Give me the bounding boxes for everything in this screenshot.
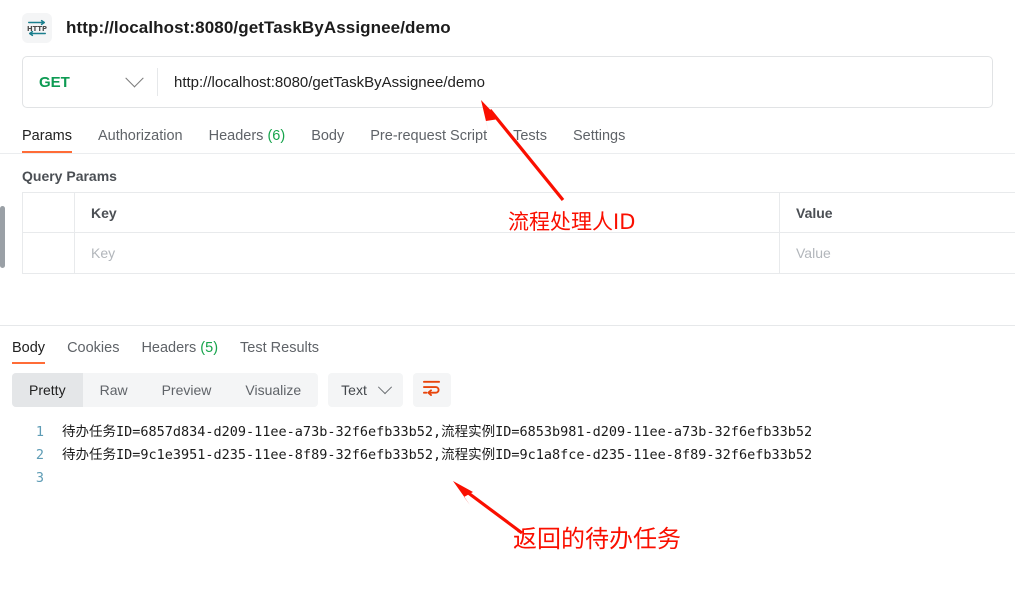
line-number: 1 bbox=[35, 424, 44, 440]
annotation-url-path-param: 流程处理人ID bbox=[508, 210, 636, 234]
url-input[interactable]: http://localhost:8080/getTaskByAssignee/… bbox=[158, 57, 992, 107]
view-mode-preview[interactable]: Preview bbox=[145, 373, 229, 407]
column-header-value: Value bbox=[796, 204, 833, 221]
response-format-select[interactable]: Text bbox=[328, 373, 403, 407]
response-toolbar: Pretty Raw Preview Visualize Text bbox=[0, 364, 1015, 407]
code-line: 1 待办任务ID=6857d834-d209-11ee-a73b-32f6efb… bbox=[0, 421, 1015, 444]
tab-headers[interactable]: Headers (6) bbox=[209, 128, 286, 153]
page-title: http://localhost:8080/getTaskByAssignee/… bbox=[66, 18, 451, 37]
param-key-input[interactable]: Key bbox=[75, 233, 780, 273]
column-header-key: Key bbox=[75, 193, 780, 232]
tab-authorization-label: Authorization bbox=[97, 128, 183, 144]
line-content: 待办任务ID=9c1e3951-d235-11ee-8f89-32f6efb33… bbox=[62, 447, 813, 463]
tab-headers-label: Headers bbox=[208, 128, 264, 144]
http-method-selector[interactable]: GET bbox=[23, 57, 157, 107]
response-tab-headers-count: (5) bbox=[200, 340, 219, 356]
word-wrap-button[interactable] bbox=[412, 373, 451, 407]
table-row: Key Value bbox=[23, 233, 1015, 273]
tab-params-label: Params bbox=[22, 128, 72, 144]
http-method-label: GET bbox=[39, 73, 70, 91]
vertical-scrollbar[interactable] bbox=[0, 206, 5, 268]
param-value-input[interactable]: Value bbox=[780, 233, 1015, 273]
response-tab-test-results-label: Test Results bbox=[240, 340, 320, 356]
response-tab-headers-label: Headers bbox=[141, 340, 197, 356]
window-title-bar: HTTP http://localhost:8080/getTaskByAssi… bbox=[0, 0, 1015, 56]
response-tab-body[interactable]: Body bbox=[12, 340, 46, 364]
view-mode-raw-label: Raw bbox=[99, 382, 128, 398]
view-mode-preview-label: Preview bbox=[161, 382, 212, 398]
line-number: 3 bbox=[35, 470, 44, 486]
tab-tests-label: Tests bbox=[513, 128, 547, 144]
response-tab-bar: Body Cookies Headers (5) Test Results bbox=[0, 326, 1015, 364]
tab-settings-label: Settings bbox=[572, 128, 626, 144]
response-pane: Body Cookies Headers (5) Test Results Pr… bbox=[0, 326, 1015, 597]
chevron-down-icon bbox=[377, 380, 392, 395]
view-mode-visualize[interactable]: Visualize bbox=[228, 373, 318, 407]
view-mode-raw[interactable]: Raw bbox=[83, 373, 145, 407]
request-bar-wrapper: GET http://localhost:8080/getTaskByAssig… bbox=[0, 56, 1015, 108]
tab-headers-count: (6) bbox=[267, 128, 286, 144]
select-all-checkbox-cell[interactable] bbox=[23, 193, 75, 232]
view-mode-pretty[interactable]: Pretty bbox=[12, 373, 83, 407]
response-tab-body-label: Body bbox=[12, 340, 46, 356]
line-content: 待办任务ID=6857d834-d209-11ee-a73b-32f6efb33… bbox=[62, 424, 813, 440]
query-params-heading: Query Params bbox=[22, 168, 117, 184]
annotation-returned-tasks: 返回的待办任务 bbox=[513, 525, 681, 553]
chevron-down-icon bbox=[125, 68, 144, 87]
response-tab-test-results[interactable]: Test Results bbox=[240, 340, 319, 364]
request-tab-bar: Params Authorization Headers (6) Body Pr… bbox=[0, 114, 1015, 154]
code-line: 2 待办任务ID=9c1e3951-d235-11ee-8f89-32f6efb… bbox=[0, 444, 1015, 467]
tab-body-label: Body bbox=[311, 128, 345, 144]
http-protocol-icon: HTTP bbox=[22, 13, 52, 43]
view-mode-pretty-label: Pretty bbox=[29, 382, 66, 398]
code-line: 3 bbox=[0, 467, 1015, 490]
tab-params[interactable]: Params bbox=[22, 128, 72, 153]
tab-body[interactable]: Body bbox=[311, 128, 344, 153]
response-tab-cookies[interactable]: Cookies bbox=[67, 340, 119, 364]
view-mode-segmented-control: Pretty Raw Preview Visualize bbox=[12, 373, 319, 407]
svg-text:HTTP: HTTP bbox=[27, 25, 47, 33]
request-bar: GET http://localhost:8080/getTaskByAssig… bbox=[22, 56, 993, 108]
tab-tests[interactable]: Tests bbox=[513, 128, 547, 153]
tab-settings[interactable]: Settings bbox=[573, 128, 625, 153]
response-tab-headers[interactable]: Headers (5) bbox=[141, 340, 218, 364]
view-mode-visualize-label: Visualize bbox=[245, 382, 302, 398]
response-format-value: Text bbox=[341, 382, 367, 398]
tab-authorization[interactable]: Authorization bbox=[98, 128, 183, 153]
line-number: 2 bbox=[35, 447, 44, 463]
tab-pre-request-script[interactable]: Pre-request Script bbox=[370, 128, 487, 153]
tab-pre-request-script-label: Pre-request Script bbox=[370, 128, 488, 144]
response-tab-cookies-label: Cookies bbox=[67, 340, 120, 356]
response-body-code[interactable]: 1 待办任务ID=6857d834-d209-11ee-a73b-32f6efb… bbox=[0, 407, 1015, 490]
word-wrap-icon bbox=[422, 379, 441, 401]
row-checkbox-cell[interactable] bbox=[23, 233, 75, 273]
